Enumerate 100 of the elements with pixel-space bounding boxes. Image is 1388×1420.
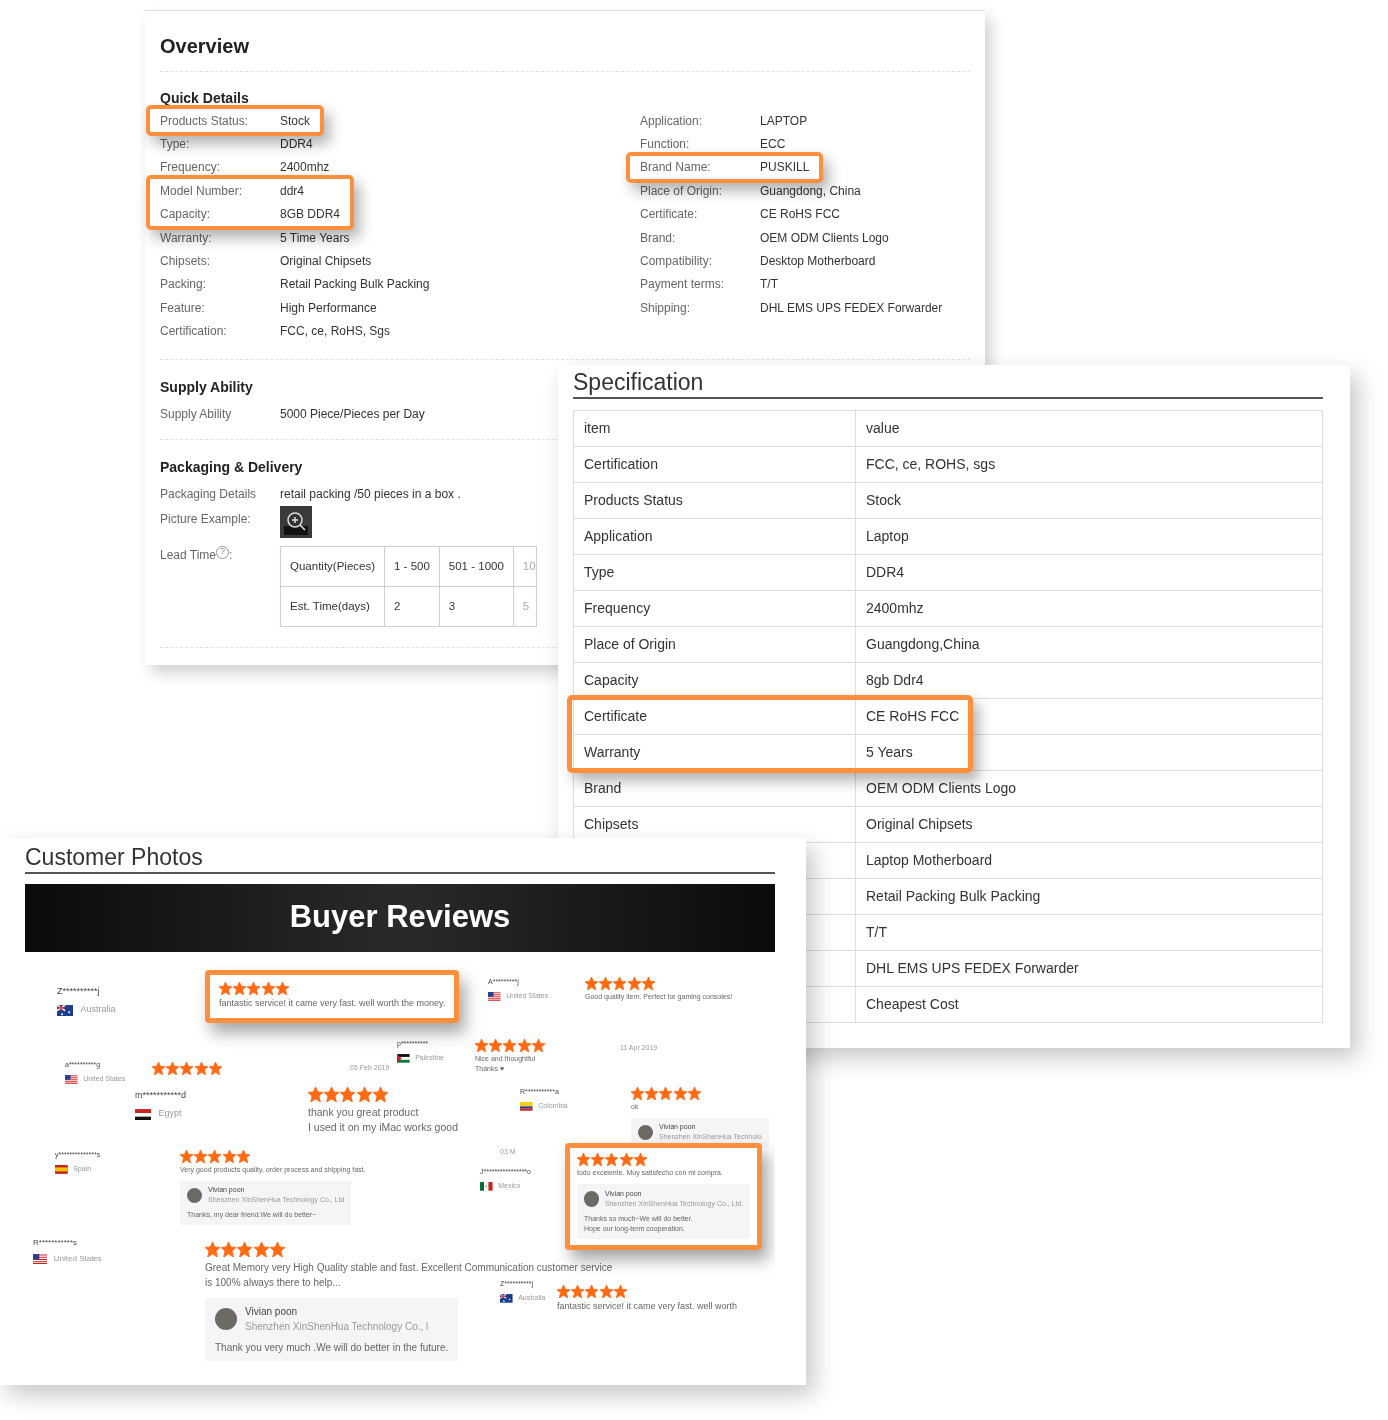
spec-value: Stock	[280, 112, 310, 130]
spec-label: Supply Ability	[160, 405, 233, 423]
spec-value: Desktop Motherboard	[760, 253, 876, 271]
table-cell: Quantity(Pieces)	[280, 546, 385, 587]
banner-title: Buyer Reviews	[289, 898, 511, 937]
table-cell: Certification	[573, 446, 856, 483]
star-icon	[180, 1149, 193, 1163]
star-icon	[308, 1086, 323, 1102]
review-text: fantastic service! it came very fast. well worth	[557, 1300, 738, 1314]
flag-icon	[488, 992, 501, 1001]
table-cell: 1 - 500	[384, 546, 440, 587]
spec-value: T/T	[760, 276, 778, 294]
reply-author: Vivian poon	[245, 1304, 299, 1319]
star-icon	[577, 1153, 590, 1167]
section-title: Overview	[160, 31, 970, 72]
star-icon	[557, 1284, 570, 1298]
star-icon	[275, 981, 289, 995]
spec-value: 8GB DDR4	[280, 206, 341, 224]
table-cell: Stock	[855, 482, 1323, 519]
country-name: Australia	[80, 1003, 116, 1017]
star-icon	[687, 1086, 701, 1100]
star-icon	[236, 1149, 250, 1163]
star-icon	[605, 1153, 619, 1167]
star-icon	[531, 1038, 545, 1052]
table-cell: 2400mhz	[855, 590, 1323, 627]
spec-label: Chipsets:	[160, 253, 212, 271]
spec-value: LAPTOP	[760, 112, 808, 130]
star-icon	[253, 1241, 269, 1257]
spec-label: Certification:	[160, 323, 228, 341]
star-icon	[221, 1241, 237, 1257]
spec-value: Original Chipsets	[280, 253, 372, 271]
spec-label: Function:	[640, 136, 691, 154]
reviewer-name: Z**********j	[57, 984, 100, 998]
star-icon	[208, 1149, 222, 1163]
table-cell: Certificate	[573, 698, 856, 735]
table-cell: Place of Origin	[573, 626, 856, 663]
star-icon	[631, 1086, 644, 1100]
spec-label: Certificate:	[640, 206, 699, 224]
star-icon	[517, 1038, 531, 1052]
table-cell: DHL EMS UPS FEDEX Forwarder	[855, 950, 1323, 987]
table-cell: 2	[384, 586, 440, 627]
section-heading: Supply Ability	[160, 377, 253, 397]
spec-label: Capacity:	[160, 206, 212, 224]
spec-value: 5 Time Years	[280, 229, 350, 247]
star-icon	[222, 1149, 236, 1163]
table-cell: Retail Packing Bulk Packing	[855, 878, 1323, 915]
star-icon	[585, 976, 598, 990]
star-icon	[152, 1061, 165, 1075]
star-icon	[194, 1149, 208, 1163]
spec-value: Guangdong, China	[760, 182, 861, 200]
spec-value: ddr4	[280, 182, 305, 200]
star-icon	[208, 1061, 222, 1075]
section-heading: Quick Details	[160, 89, 249, 108]
star-icon	[269, 1241, 285, 1257]
spec-value: CE RoHS FCC	[760, 206, 840, 224]
star-icon	[659, 1086, 673, 1100]
table-cell: Products Status	[573, 482, 856, 519]
spec-label: Compatibility:	[640, 253, 714, 271]
star-icon	[356, 1086, 372, 1102]
star-icon	[599, 976, 613, 990]
flag-icon	[397, 1054, 410, 1063]
star-icon	[619, 1153, 633, 1167]
spec-label: Packing:	[160, 276, 208, 294]
table-cell: 5	[513, 586, 537, 627]
avatar-icon	[215, 1307, 237, 1330]
spec-label: Feature:	[160, 299, 206, 317]
spec-label: Payment terms:	[640, 276, 726, 294]
star-icon	[247, 981, 261, 995]
spec-value: ECC	[760, 136, 786, 154]
column-header: value	[855, 410, 1323, 447]
spec-value: retail packing /50 pieces in a box .	[280, 486, 461, 503]
review-text: thank you great product	[308, 1104, 419, 1120]
spec-value: DDR4	[280, 136, 313, 154]
star-icon	[166, 1061, 180, 1075]
spec-label: Picture Example:	[160, 510, 252, 528]
spec-label: Type:	[160, 136, 191, 154]
label-colon: :	[229, 546, 233, 564]
avatar-icon	[584, 1191, 600, 1207]
section-heading: Packaging & Delivery	[160, 458, 303, 478]
table-cell: 501 - 1000	[439, 546, 514, 587]
review-text: fantastic service! it came very fast. well worth the money.	[219, 997, 446, 1011]
star-icon	[489, 1038, 503, 1052]
spec-label: Packaging Details	[160, 486, 258, 503]
table-cell: Est. Time(days)	[280, 586, 385, 627]
flag-icon	[520, 1102, 533, 1111]
star-icon	[673, 1086, 687, 1100]
magnifier-icon[interactable]	[280, 505, 312, 538]
flag-icon	[480, 1182, 493, 1191]
spec-value: 5000 Piece/Pieces per Day	[280, 405, 425, 423]
star-icon	[340, 1086, 356, 1102]
table-cell: 3	[439, 586, 514, 627]
spec-label: Products Status:	[160, 112, 250, 130]
section-title: Customer Photos	[25, 844, 775, 874]
table-cell: Laptop	[855, 518, 1323, 555]
column-header: item	[573, 410, 856, 447]
table-cell: Application	[573, 518, 856, 555]
star-icon	[324, 1086, 340, 1102]
table-cell: Guangdong,China	[855, 626, 1323, 663]
reviewer-name: R***********s	[33, 1236, 78, 1249]
table-cell: OEM ODM Clients Logo	[855, 770, 1323, 807]
